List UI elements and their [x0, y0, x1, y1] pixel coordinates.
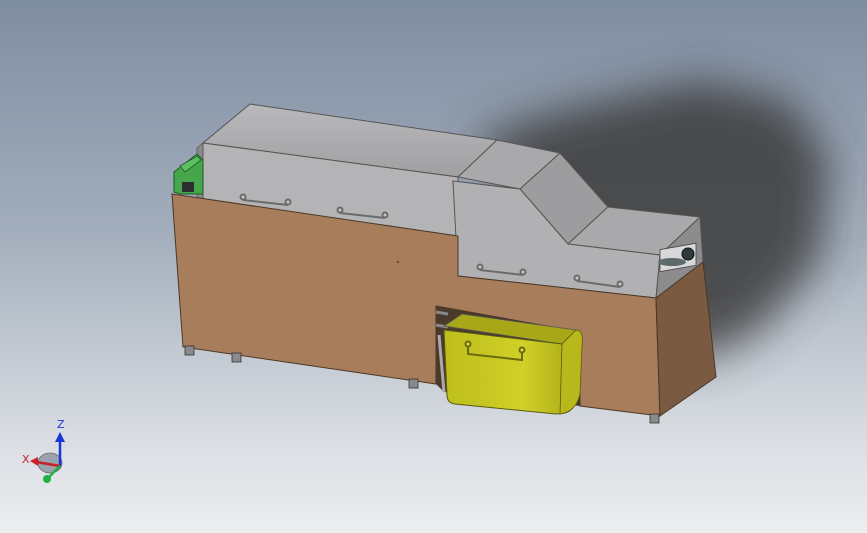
collection-bin[interactable] [442, 313, 583, 415]
foot [231, 352, 242, 363]
foot [649, 413, 660, 424]
view-orientation-triad[interactable]: Z X [22, 418, 65, 483]
foot [184, 345, 195, 356]
model-canvas[interactable]: Z X [0, 0, 867, 533]
motor[interactable] [173, 153, 204, 195]
z-arrow-icon [55, 432, 65, 442]
cabinet-mark [397, 261, 399, 263]
graphics-viewport[interactable]: Z X [0, 0, 867, 533]
foot [408, 378, 419, 389]
x-axis-label: X [22, 453, 30, 466]
x-arrow-icon [30, 457, 38, 466]
z-axis-label: Z [57, 418, 65, 431]
roller-icon [681, 247, 695, 261]
y-origin-icon [43, 475, 51, 483]
roller-shaft [658, 258, 686, 266]
